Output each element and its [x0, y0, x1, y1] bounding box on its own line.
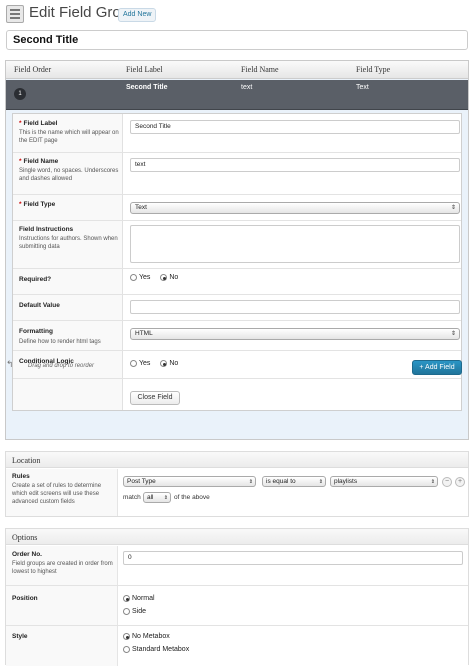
add-new-button[interactable]: Add New — [118, 8, 157, 22]
order-input[interactable]: 0 — [123, 551, 463, 565]
add-rule-button[interactable]: + — [455, 477, 465, 487]
col-field-type: Field Type — [356, 65, 391, 74]
fields-table-header: Field Order Field Label Field Name Field… — [6, 61, 468, 79]
select-arrows-icon: ⇕ — [430, 479, 435, 485]
divider — [6, 585, 468, 586]
required-yes-label: Yes — [139, 274, 151, 281]
rule-value-select[interactable]: playlists ⇕ — [330, 476, 438, 487]
formatting-value: HTML — [135, 330, 153, 337]
order-title: Order No. — [12, 551, 42, 558]
conditional-yes-label: Yes — [139, 360, 151, 367]
position-title: Position — [12, 595, 38, 602]
match-select[interactable]: all ⇕ — [143, 492, 171, 503]
style-nometabox-radio[interactable] — [123, 633, 130, 640]
field-name-desc: Single word, no spaces. Underscores and … — [19, 168, 119, 182]
position-side-label: Side — [132, 608, 147, 615]
match-label: match — [123, 494, 141, 501]
style-standard-label: Standard Metabox — [132, 646, 190, 653]
position-normal-label: Normal — [132, 595, 155, 602]
divider — [13, 350, 461, 351]
remove-rule-button[interactable]: − — [442, 477, 452, 487]
divider — [13, 152, 461, 153]
formatting-desc: Define how to render html tags — [19, 339, 101, 345]
field-name-title: Field Name — [23, 158, 59, 165]
field-name-input[interactable]: text — [130, 158, 460, 172]
position-side-radio[interactable] — [123, 608, 130, 615]
conditional-radios: Yes No — [130, 360, 186, 367]
options-heading: Options — [6, 529, 468, 545]
required-title: Required? — [19, 276, 52, 283]
select-arrows-icon: ⇕ — [450, 205, 456, 211]
field-label-desc: This is the name which will appear on th… — [19, 130, 119, 144]
style-standard-row: Standard Metabox — [123, 646, 197, 653]
field-label-title: Field Label — [23, 120, 58, 127]
divider — [13, 294, 461, 295]
field-type-value: Text — [135, 204, 147, 211]
rule-operator-value: is equal to — [266, 478, 296, 485]
drag-hint: Drag and drop to reorder — [28, 363, 95, 369]
select-arrows-icon: ⇕ — [318, 479, 323, 485]
location-heading: Location — [6, 452, 468, 468]
default-value-input[interactable] — [130, 300, 460, 314]
rule-operator-select[interactable]: is equal to ⇕ — [262, 476, 326, 487]
select-arrows-icon: ⇕ — [248, 479, 253, 485]
rules-title: Rules — [12, 473, 30, 480]
order-desc: Field groups are created in order from l… — [12, 561, 113, 575]
col-field-name: Field Name — [241, 65, 279, 74]
col-field-order: Field Order — [14, 65, 52, 74]
divider — [13, 268, 461, 269]
divider — [13, 378, 461, 379]
rule-param-select[interactable]: Post Type ⇕ — [123, 476, 256, 487]
field-row-label[interactable]: Second Title — [126, 84, 168, 91]
style-standard-radio[interactable] — [123, 646, 130, 653]
match-value: all — [147, 494, 154, 501]
fields-panel: Field Order Field Label Field Name Field… — [5, 60, 469, 440]
close-field-button[interactable]: Close Field — [130, 391, 180, 405]
conditional-no-radio[interactable] — [160, 360, 168, 367]
field-type-select[interactable]: Text ⇕ — [130, 202, 460, 214]
rules-desc: Create a set of rules to determine which… — [12, 483, 102, 505]
required-no-label: No — [169, 274, 179, 281]
divider — [13, 194, 461, 195]
field-instructions-textarea[interactable] — [130, 225, 460, 263]
add-field-button[interactable]: + Add Field — [412, 360, 462, 375]
style-nometabox-row: No Metabox — [123, 633, 178, 640]
divider — [13, 320, 461, 321]
position-normal-row: Normal — [123, 595, 163, 602]
group-title-input[interactable]: Second Title — [6, 30, 468, 50]
style-title: Style — [12, 633, 28, 640]
field-row-name: text — [241, 84, 253, 91]
field-row-type: Text — [356, 84, 369, 91]
select-arrows-icon: ⇕ — [450, 331, 456, 337]
conditional-no-label: No — [169, 360, 179, 367]
required-radios: Yes No — [130, 274, 186, 281]
divider — [6, 625, 468, 626]
conditional-yes-radio[interactable] — [130, 360, 137, 367]
col-field-label: Field Label — [126, 65, 163, 74]
rule-param-value: Post Type — [127, 478, 156, 485]
formatting-select[interactable]: HTML ⇕ — [130, 328, 460, 340]
options-panel: Options Order No. Field groups are creat… — [5, 528, 469, 666]
position-side-row: Side — [123, 608, 154, 615]
field-instructions-title: Field Instructions — [19, 226, 74, 233]
field-type-title: Field Type — [23, 201, 56, 208]
field-label-input[interactable]: Second Title — [130, 120, 460, 134]
required-yes-radio[interactable] — [130, 274, 137, 281]
location-panel: Location Rules Create a set of rules to … — [5, 451, 469, 517]
rule-value-value: playlists — [334, 478, 358, 485]
field-group-icon — [6, 5, 24, 23]
match-suffix: of the above — [174, 494, 210, 501]
select-arrows-icon: ⇕ — [163, 495, 168, 501]
field-order-badge: 1 — [14, 88, 26, 100]
field-row-selected[interactable] — [6, 80, 468, 110]
drag-arrow-icon: ↰ — [6, 359, 14, 369]
default-value-title: Default Value — [19, 302, 60, 309]
style-nometabox-label: No Metabox — [132, 633, 170, 640]
formatting-title: Formatting — [19, 328, 53, 335]
required-no-radio[interactable] — [160, 274, 168, 281]
position-normal-radio[interactable] — [123, 595, 130, 602]
divider — [13, 220, 461, 221]
field-instructions-desc: Instructions for authors. Shown when sub… — [19, 236, 118, 250]
